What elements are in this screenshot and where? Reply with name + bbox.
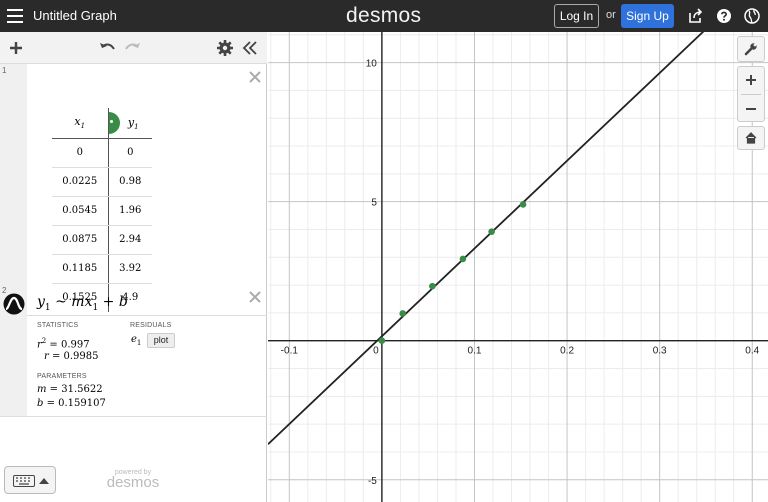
expression-gutter: [0, 64, 27, 315]
column-header-y[interactable]: y1: [108, 108, 152, 139]
plot-residuals-button[interactable]: plot: [147, 333, 175, 348]
points-style-icon[interactable]: [108, 111, 120, 134]
r-squared-stat: r2 = 0.997: [37, 337, 90, 351]
expression-index: 1: [2, 66, 7, 75]
graph-canvas[interactable]: -0.1 0 0.1 0.2 0.3 0.4 -5 5 10: [268, 32, 768, 502]
share-icon[interactable]: [688, 8, 704, 24]
data-point[interactable]: [519, 201, 527, 208]
expression-panel: 1 x1 y1 00 0.0225 0.98 0.0545 1.96 0.0875 2…: [0, 32, 267, 502]
zoom-controls: [737, 66, 765, 122]
residuals-label: RESIDUALS: [130, 322, 172, 329]
parameter-b: b = 0.159107: [37, 398, 106, 409]
delete-expression-icon[interactable]: [248, 290, 262, 304]
x-tick-label: 0.1: [468, 346, 482, 357]
major-grid: [268, 32, 768, 502]
x-tick-label: 0.3: [653, 346, 667, 357]
powered-by: powered by desmos: [104, 469, 162, 490]
x-tick-label: 0: [373, 346, 379, 357]
residual-variable: e1: [131, 334, 142, 347]
powered-by-brand: desmos: [106, 474, 160, 491]
login-button[interactable]: Log In: [554, 4, 599, 28]
caret-up-icon: [39, 478, 49, 484]
top-bar: Untitled Graph desmos Log In or Sign Up: [0, 0, 768, 32]
home-icon: [745, 132, 757, 144]
x-tick-label: 0.2: [560, 346, 574, 357]
undo-icon[interactable]: [98, 38, 118, 58]
data-table: x1 y1 00 0.0225 0.98 0.0545 1.96 0.0875 2.9…: [52, 108, 152, 312]
redo-icon[interactable]: [122, 38, 142, 58]
regression-formula[interactable]: y1 ~ mx1 + b: [37, 294, 128, 313]
axes: [268, 32, 768, 502]
signup-button[interactable]: Sign Up: [621, 4, 674, 28]
y-tick-label: 10: [366, 59, 378, 70]
parameters-label: PARAMETERS: [37, 373, 87, 380]
keyboard-icon: [13, 475, 35, 487]
x-tick-label: 0.4: [745, 346, 759, 357]
collapse-panel-icon[interactable]: [240, 38, 260, 58]
globe-icon[interactable]: [744, 8, 760, 24]
wrench-icon: [744, 43, 757, 56]
add-expression-icon[interactable]: [6, 38, 26, 58]
y-tick-label: -5: [368, 476, 377, 487]
table-row[interactable]: 0.0545 1.96: [52, 196, 152, 226]
desmos-logo: desmos: [346, 4, 422, 27]
data-point[interactable]: [429, 282, 436, 290]
column-header-x[interactable]: x1: [52, 108, 109, 139]
statistics-label: STATISTICS: [37, 322, 79, 329]
r-stat: r = 0.9985: [44, 351, 99, 362]
menu-icon[interactable]: [7, 9, 23, 23]
tick-labels: -0.1 0 0.1 0.2 0.3 0.4 -5 5 10: [281, 59, 760, 487]
data-point[interactable]: [488, 228, 495, 235]
regression-line[interactable]: [268, 32, 768, 445]
regression-line-path[interactable]: [268, 32, 768, 445]
delete-expression-icon[interactable]: [248, 70, 262, 84]
gear-icon[interactable]: [215, 38, 235, 58]
data-point[interactable]: [459, 255, 467, 263]
graph-settings-button[interactable]: [737, 36, 765, 62]
graph-title[interactable]: Untitled Graph: [33, 8, 117, 23]
regression-icon[interactable]: [3, 293, 25, 315]
zoom-in-icon[interactable]: [745, 74, 757, 86]
zoom-divider: [741, 94, 761, 95]
table-row[interactable]: 0.1185 3.92: [52, 254, 152, 284]
keyboard-toggle[interactable]: [4, 466, 56, 494]
or-label: or: [606, 9, 616, 21]
parameter-m: m = 31.5622: [37, 384, 103, 395]
help-icon[interactable]: [716, 8, 732, 24]
table-row[interactable]: 0.0225 0.98: [52, 167, 152, 197]
expression-toolbar: [0, 32, 267, 64]
data-point[interactable]: [399, 310, 407, 317]
table-row[interactable]: 00: [52, 138, 152, 168]
home-button[interactable]: [737, 126, 765, 150]
minor-grid: [268, 32, 768, 502]
x-tick-label: -0.1: [281, 346, 299, 357]
table-row[interactable]: 0.0875 2.94: [52, 225, 152, 255]
y-tick-label: 5: [371, 198, 377, 209]
zoom-out-icon[interactable]: [745, 103, 757, 115]
data-point[interactable]: [378, 337, 386, 344]
